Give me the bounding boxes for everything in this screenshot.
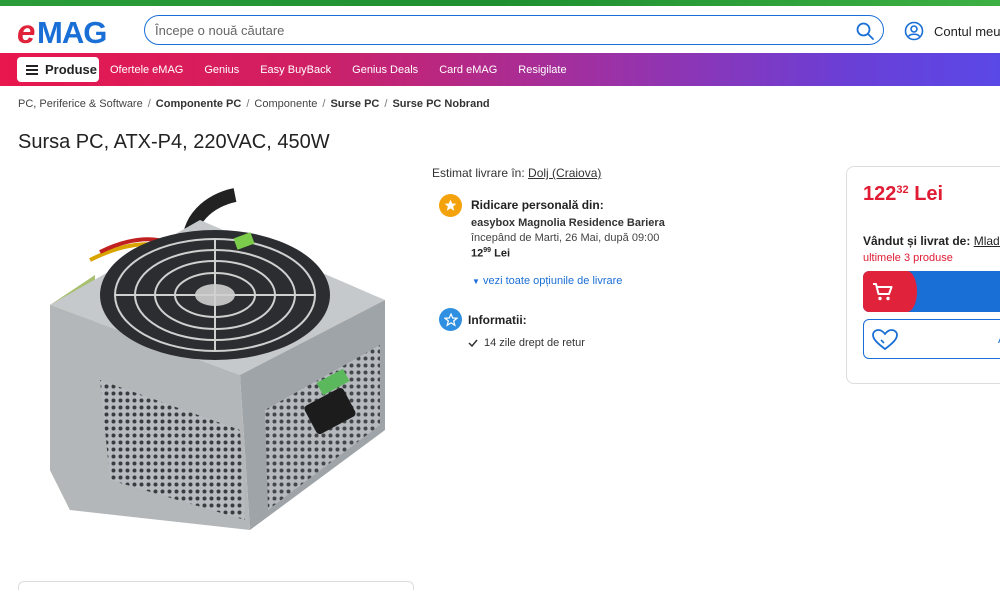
nav-item-card-emag[interactable]: Card eMAG xyxy=(439,64,497,76)
check-icon xyxy=(468,339,478,347)
return-policy-text: 14 zile drept de retur xyxy=(484,337,585,349)
search-box xyxy=(144,15,884,45)
info-badge-icon xyxy=(439,308,462,331)
hamburger-icon xyxy=(26,64,38,75)
seller-label: Vândut și livrat de: xyxy=(863,234,971,248)
star-icon xyxy=(444,199,457,211)
breadcrumb-separator: / xyxy=(322,98,326,110)
nav-item-ofertele-emag[interactable]: Ofertele eMAG xyxy=(110,64,183,76)
more-delivery-options-label: vezi toate opțiunile de livrare xyxy=(482,275,623,287)
account-menu[interactable]: Contul meu xyxy=(904,20,1000,42)
star-badge-icon xyxy=(439,194,462,217)
info-title: Informatii: xyxy=(468,313,527,327)
account-label: Contul meu xyxy=(934,23,1000,39)
delivery-panel: Estimat livrare în: Dolj (Craiova) Ridic… xyxy=(432,166,832,349)
delivery-estimate-label: Estimat livrare în: xyxy=(432,166,525,180)
breadcrumb-item[interactable]: Componente xyxy=(254,98,317,110)
stock-status: ultimele 3 produse xyxy=(863,252,953,264)
pickup-title: Ridicare personală din: xyxy=(471,198,604,212)
search-input[interactable] xyxy=(155,21,835,40)
price-currency: Lei xyxy=(914,183,944,205)
produse-menu-button[interactable]: Produse xyxy=(17,57,99,82)
return-policy: 14 zile drept de retur xyxy=(468,337,585,349)
delivery-estimate: Estimat livrare în: Dolj (Craiova) xyxy=(432,166,832,180)
svg-text:e: e xyxy=(17,14,35,48)
site-header: e MAG Contul meu xyxy=(0,6,1000,53)
price-integer: 122 xyxy=(863,183,897,205)
caret-down-icon: ▼ xyxy=(472,277,480,286)
pickup-cost-decimals: 99 xyxy=(483,247,492,254)
breadcrumb-separator: / xyxy=(384,98,388,110)
product-image[interactable] xyxy=(40,180,400,540)
main-navbar: Produse Ofertele eMAG Genius Easy BuyBac… xyxy=(0,53,1000,86)
produse-label: Produse xyxy=(45,62,98,77)
gallery-panel xyxy=(18,581,414,590)
pickup-cost-integer: 12 xyxy=(471,247,484,260)
more-delivery-options-link[interactable]: ▼ vezi toate opțiunile de livrare xyxy=(472,275,622,287)
product-title: Sursa PC, ATX-P4, 220VAC, 450W xyxy=(18,131,330,153)
svg-text:MAG: MAG xyxy=(37,15,106,48)
nav-item-easy-buyback[interactable]: Easy BuyBack xyxy=(260,64,331,76)
add-to-favorites-button[interactable]: A xyxy=(863,319,1000,359)
nav-item-resigilate[interactable]: Resigilate xyxy=(518,64,566,76)
breadcrumb-separator: / xyxy=(147,98,151,110)
price-decimals: 32 xyxy=(896,184,909,196)
add-to-cart-button[interactable] xyxy=(863,271,1000,312)
pickup-cost-currency: Lei xyxy=(494,247,511,260)
nav-item-genius-deals[interactable]: Genius Deals xyxy=(352,64,418,76)
product-price: 12232 Lei xyxy=(863,183,943,206)
breadcrumb-item[interactable]: Surse PC xyxy=(330,98,379,110)
delivery-location-link[interactable]: Dolj (Craiova) xyxy=(528,166,601,180)
search-icon[interactable] xyxy=(855,21,875,41)
breadcrumb: PC, Periferice & Software / Componente P… xyxy=(18,98,490,110)
nav-item-genius[interactable]: Genius xyxy=(204,64,239,76)
pickup-location-name: easybox Magnolia Residence Bariera xyxy=(471,217,665,229)
user-icon xyxy=(904,21,924,41)
nav-links: Ofertele eMAG Genius Easy BuyBack Genius… xyxy=(110,53,588,86)
breadcrumb-separator: / xyxy=(246,98,250,110)
seller-info: Vândut și livrat de: Mlad T xyxy=(863,234,1000,248)
breadcrumb-item[interactable]: Surse PC Nobrand xyxy=(392,98,489,110)
pickup-cost: 1299 Lei xyxy=(471,247,510,260)
buy-box: 12232 Lei Vândut și livrat de: Mlad T ul… xyxy=(846,166,1000,384)
breadcrumb-item[interactable]: Componente PC xyxy=(156,98,242,110)
emag-logo[interactable]: e MAG xyxy=(17,14,129,48)
pickup-date: începând de Marti, 26 Mai, după 09:00 xyxy=(471,232,660,244)
star-outline-icon xyxy=(443,312,458,327)
heart-icon xyxy=(872,329,898,351)
seller-name-link[interactable]: Mlad T xyxy=(974,234,1000,248)
cart-icon xyxy=(873,282,893,300)
breadcrumb-item[interactable]: PC, Periferice & Software xyxy=(18,98,143,110)
cart-icon-area xyxy=(863,271,917,312)
